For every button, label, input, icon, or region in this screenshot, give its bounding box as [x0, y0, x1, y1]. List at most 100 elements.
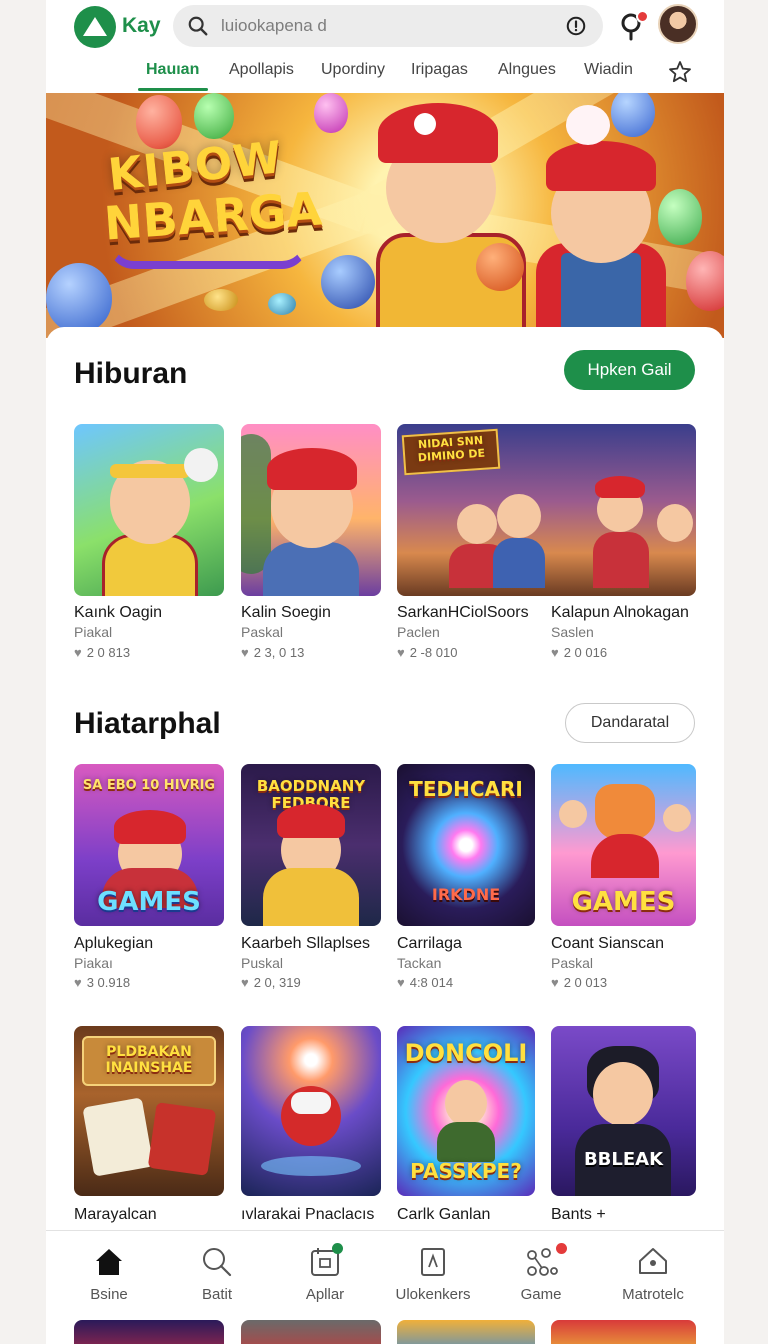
game-card[interactable]: SA EBO 10 HIVRIG GAMES Aplukegian Piakaı… — [74, 764, 224, 1004]
nav-game[interactable]: Game — [486, 1231, 596, 1313]
tab-iripagas[interactable]: Iripagas — [411, 61, 468, 79]
card-title: Kaarbeh Sllaplses — [241, 935, 370, 952]
nav-badge — [556, 1243, 567, 1254]
heart-icon: ♥ — [241, 645, 249, 660]
game-thumbnail — [74, 424, 224, 596]
search-input[interactable]: luiookapena d — [173, 5, 603, 47]
game-card[interactable]: GAMES Coant Sianscan Paskal ♥ 2 0 013 — [551, 764, 696, 1004]
nav-home[interactable]: Bsine — [54, 1231, 164, 1313]
nav-badge — [332, 1243, 343, 1254]
nav-search[interactable]: Batit — [162, 1231, 272, 1313]
top-bar: Kay luiookapena d — [46, 0, 724, 55]
app-page: Kay luiookapena d Hauıan Apollapis Upord… — [46, 0, 724, 1344]
heart-icon: ♥ — [241, 975, 249, 990]
search-icon — [203, 1248, 232, 1277]
game-card[interactable]: DONCOLI PASSKPE? Carlk Ganlan — [397, 1026, 535, 1226]
app-logo-icon[interactable] — [74, 6, 116, 48]
card-title: Aplukegian — [74, 935, 154, 952]
game-thumbnail: TEDHCARI IRKDNE — [397, 764, 535, 926]
card-likes: ♥ 2 3, 0 13 — [241, 645, 305, 660]
category-tabs: Hauıan Apollapis Upordiny Iripagas Alngu… — [46, 55, 724, 93]
card-likes: ♥ 3 0.918 — [74, 975, 131, 990]
nav-label: Game — [520, 1286, 562, 1303]
card-likes: ♥ 2 -8 010 — [397, 645, 458, 660]
card-likes: ♥ 2 0 813 — [74, 645, 131, 660]
hero-title-line2: NBARGA — [102, 181, 324, 251]
nav-label: Bsine — [90, 1286, 128, 1303]
hero-character-right — [526, 105, 676, 338]
card-title: SarkanHCiolSoors — [397, 604, 529, 621]
search-icon — [188, 16, 208, 36]
profile-icon — [639, 1248, 667, 1274]
game-thumbnail: BAODDNANY FEDBORE — [241, 764, 381, 926]
nav-apps[interactable]: Apllar — [270, 1231, 380, 1313]
card-subtitle: Paclen — [397, 624, 440, 640]
bookmark-icon — [421, 1248, 445, 1276]
hero-banner[interactable]: KIBOW NBARGA — [46, 93, 724, 338]
card-subtitle: Tackan — [397, 955, 442, 971]
game-thumbnail — [241, 424, 381, 596]
next-row-thumbnail[interactable] — [397, 1320, 535, 1344]
card-likes: ♥ 2 0 016 — [551, 645, 608, 660]
dandaratal-button[interactable]: Dandaratal — [565, 703, 695, 743]
bottom-navigation: Bsine Batit Apllar Ulokenkers Game Matro… — [46, 1230, 724, 1312]
game-thumbnail: PLDBAKAN INAINSHAE — [74, 1026, 224, 1196]
next-row-thumbnail[interactable] — [241, 1320, 381, 1344]
thumbnail-caption: GAMES — [571, 887, 676, 917]
thumbnail-caption: DONCOLI — [404, 1039, 528, 1067]
game-card[interactable]: TEDHCARI IRKDNE Carrilaga Tackan ♥ 4:8 01… — [397, 764, 535, 1004]
game-card-info[interactable]: Kalapun Alnokagan Saslen ♥ 2 0 016 — [551, 604, 701, 674]
thumbnail-caption: PLDBAKAN INAINSHAE — [105, 1044, 193, 1076]
nav-bookmarks[interactable]: Ulokenkers — [378, 1231, 488, 1313]
next-row-thumbnail[interactable] — [74, 1320, 224, 1344]
card-subtitle: Piakaı — [74, 955, 113, 971]
section-title-hiburan: Hiburan — [74, 357, 188, 390]
card-subtitle: Saslen — [551, 624, 594, 640]
tab-alngues[interactable]: Alngues — [498, 61, 556, 79]
thumbnail-top-text: TEDHCARI — [409, 777, 523, 801]
game-thumbnail: BBLEAK — [551, 1026, 696, 1196]
game-card[interactable]: BAODDNANY FEDBORE Kaarbeh Sllaplses Pusk… — [241, 764, 381, 1004]
notification-badge — [636, 10, 649, 23]
nav-label: Apllar — [305, 1286, 345, 1303]
game-card[interactable]: PLDBAKAN INAINSHAE Marayalcan — [74, 1026, 224, 1226]
heart-icon: ♥ — [74, 645, 82, 660]
card-title: Carlk Ganlan — [397, 1206, 491, 1223]
game-card[interactable]: Kalin Soegin Paskal ♥ 2 3, 0 13 — [241, 424, 381, 674]
thumbnail-caption: BBLEAK — [583, 1149, 664, 1170]
search-placeholder: luiookapena d — [221, 16, 327, 35]
tab-wiadin[interactable]: Wiadin — [584, 61, 633, 79]
card-subtitle: Piakal — [74, 624, 113, 640]
game-thumbnail — [241, 1026, 381, 1196]
game-icon — [527, 1248, 558, 1276]
hero-character-left — [356, 103, 546, 338]
card-title: Coant Sianscan — [551, 935, 664, 952]
card-title: Kalapun Alnokagan — [551, 604, 689, 621]
tab-apollapis[interactable]: Apollapis — [229, 61, 294, 79]
heart-icon: ♥ — [74, 975, 82, 990]
card-title: Marayalcan — [74, 1206, 157, 1223]
see-all-button[interactable]: Ηpken Gail — [564, 350, 695, 390]
nav-profile[interactable]: Matrotelc — [598, 1231, 708, 1313]
thumbnail-top-text: SA EBO 10 HIVRIG — [82, 778, 216, 793]
game-thumbnail: GAMES — [551, 764, 696, 926]
card-title: Kaınk Oagin — [74, 604, 163, 621]
tab-hauian[interactable]: Hauıan — [146, 61, 199, 79]
card-title: Carrilaga — [397, 935, 462, 952]
tab-upordiny[interactable]: Upordiny — [321, 61, 385, 79]
card-title: ıvlarakai Pnaclacıs — [241, 1206, 375, 1223]
content-sheet: Hiburan Ηpken Gail Kaınk Oagin Piakal ♥ 2… — [46, 327, 724, 1344]
brand-name: Kay — [122, 14, 161, 37]
game-card[interactable]: BBLEAK Bants + — [551, 1026, 696, 1226]
active-tab-indicator — [138, 88, 208, 91]
timer-icon[interactable] — [565, 15, 587, 37]
heart-icon: ♥ — [397, 975, 405, 990]
game-card[interactable]: ıvlarakai Pnaclacıs — [241, 1026, 381, 1226]
avatar[interactable] — [658, 4, 698, 44]
card-subtitle: Paskal — [241, 624, 284, 640]
game-thumbnail: NIDAI SNN DIMINO DE — [397, 424, 696, 596]
next-row-thumbnail[interactable] — [551, 1320, 696, 1344]
game-card[interactable]: Kaınk Oagin Piakal ♥ 2 0 813 — [74, 424, 224, 674]
game-thumbnail: SA EBO 10 HIVRIG GAMES — [74, 764, 224, 926]
star-icon[interactable] — [668, 60, 692, 84]
